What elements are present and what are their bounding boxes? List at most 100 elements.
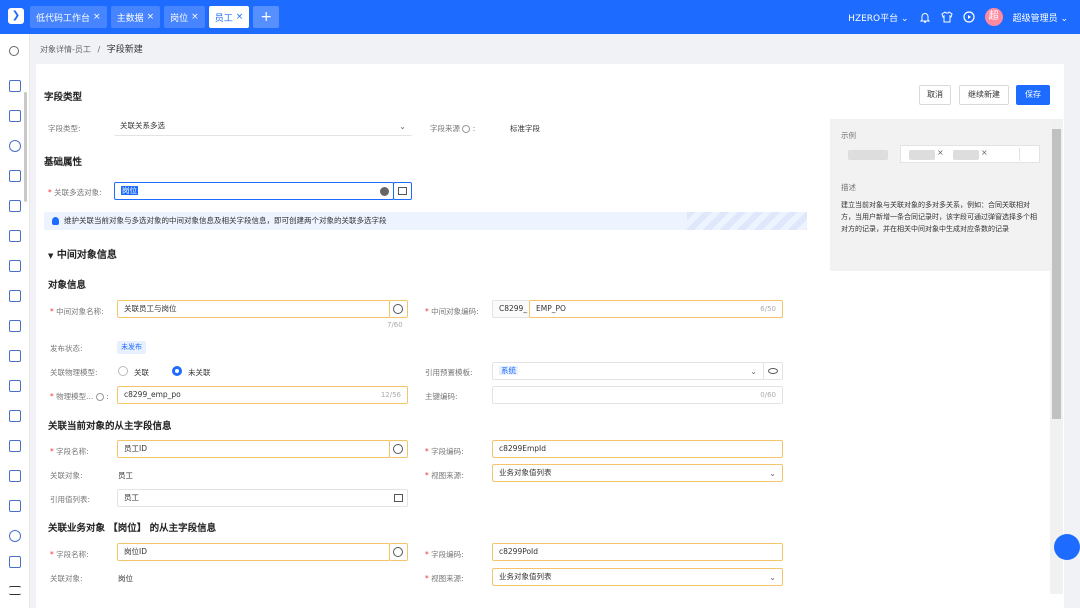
collapse-menu-icon[interactable]	[9, 586, 21, 595]
radio-linked[interactable]	[118, 366, 128, 376]
sidebar-item-icon[interactable]	[9, 80, 21, 92]
sidebar-item-icon[interactable]	[9, 440, 21, 452]
breadcrumb: 对象详情-员工 / 字段新建	[40, 45, 143, 55]
tab-lowcode[interactable]: 低代码工作台 ×	[30, 6, 107, 28]
field-source-label: 字段来源 :	[430, 124, 476, 133]
field-type-select[interactable]: 关联关系多选 ⌄	[114, 118, 412, 136]
breadcrumb-current: 字段新建	[106, 45, 143, 55]
lookup-icon[interactable]	[393, 182, 412, 200]
cur-list-input[interactable]: 员工	[117, 489, 408, 507]
biz-fname-label: * 字段名称:	[50, 550, 89, 559]
pk-code-input[interactable]: 0/60	[492, 386, 783, 404]
cur-view-label: * 视图来源:	[425, 471, 464, 480]
sidebar-item-icon[interactable]	[9, 530, 21, 542]
user-menu[interactable]: 超级管理员 ⌄	[1013, 11, 1068, 24]
publish-status-label: 发布状态:	[50, 344, 83, 353]
middle-name-label: * 中间对象名称:	[50, 307, 104, 316]
content-scrollbar[interactable]	[1050, 119, 1063, 594]
middle-code-input[interactable]: EMP_PO 6/50	[529, 300, 783, 318]
play-icon[interactable]	[962, 11, 975, 23]
tab-master-data[interactable]: 主数据 ×	[110, 6, 161, 28]
subsection-title-biz: 关联业务对象 【岗位】 的从主字段信息	[48, 523, 217, 534]
globe-icon[interactable]	[389, 440, 408, 458]
scrollbar-thumb[interactable]	[1052, 129, 1061, 419]
lookup-icon	[1019, 148, 1037, 161]
section-title-middle[interactable]: ▼ 中间对象信息	[48, 246, 117, 261]
sidebar-item-icon[interactable]	[9, 556, 21, 568]
subsection-title-object-info: 对象信息	[48, 280, 87, 291]
tab-employee[interactable]: 员工 ×	[208, 6, 250, 28]
biz-obj-label: 关联对象:	[50, 574, 83, 583]
continue-create-button[interactable]: 继续新建	[959, 85, 1009, 105]
sidebar-item-icon[interactable]	[9, 350, 21, 362]
search-icon[interactable]	[9, 46, 19, 56]
example-multiselect: × ×	[900, 145, 1040, 163]
app-logo-icon[interactable]: ❯	[8, 8, 24, 24]
cancel-button[interactable]: 取消	[919, 85, 951, 105]
globe-icon[interactable]	[389, 300, 408, 318]
biz-view-select[interactable]: 业务对象值列表 ⌄	[492, 568, 783, 586]
lookup-icon[interactable]	[394, 494, 403, 502]
radio-unlinked-label: 未关联	[188, 368, 211, 377]
example-title: 示例	[841, 131, 856, 140]
close-icon[interactable]: ×	[236, 12, 244, 22]
example-desc: 建立当前对象与关联对象的多对多关系，例如：合同关联相对方，当用户新增一条合同记录…	[841, 201, 1037, 233]
assoc-object-label: * 关联多选对象:	[48, 188, 102, 197]
save-button[interactable]: 保存	[1016, 85, 1050, 105]
shirt-icon[interactable]	[940, 11, 953, 23]
chat-help-icon[interactable]	[1054, 534, 1080, 560]
sidebar-item-icon[interactable]	[9, 260, 21, 272]
close-icon[interactable]: ×	[93, 12, 101, 22]
close-icon[interactable]: ×	[147, 12, 155, 22]
biz-fname-input[interactable]: 岗位ID	[117, 543, 390, 561]
template-label: 引用预置模板:	[425, 368, 473, 377]
cur-view-select[interactable]: 业务对象值列表 ⌄	[492, 464, 783, 482]
template-select[interactable]: 系统 ⌄	[492, 362, 764, 380]
biz-fcode-label: * 字段编码:	[425, 550, 464, 559]
phys-name-label: * 物理模型... :	[50, 392, 109, 401]
sidebar-item-icon[interactable]	[9, 380, 21, 392]
sidebar-item-icon[interactable]	[9, 170, 21, 182]
sidebar-item-icon[interactable]	[9, 470, 21, 482]
help-icon	[462, 125, 471, 133]
tab-position[interactable]: 岗位 ×	[164, 6, 205, 28]
sidebar-item-icon[interactable]	[9, 500, 21, 512]
info-notice: 维护关联当前对象与多选对象的中间对象信息及相关字段信息，即可创建两个对象的关联多…	[44, 212, 807, 230]
biz-obj-value: 岗位	[118, 574, 133, 583]
close-icon[interactable]: ×	[191, 12, 199, 22]
avatar[interactable]: 超	[984, 8, 1003, 26]
help-icon	[95, 393, 104, 401]
sidebar-item-icon[interactable]	[9, 230, 21, 242]
middle-code-label: * 中间对象编码:	[425, 307, 479, 316]
sidebar-scrollbar[interactable]	[24, 92, 27, 202]
middle-name-count: 7/60	[387, 321, 403, 329]
clear-icon[interactable]	[380, 187, 389, 196]
middle-name-input[interactable]: 关联员工与岗位	[117, 300, 390, 318]
radio-unlinked[interactable]	[172, 366, 182, 376]
sidebar-item-icon[interactable]	[9, 140, 21, 152]
sidebar-item-icon[interactable]	[9, 290, 21, 302]
add-tab-button[interactable]: +	[253, 6, 280, 28]
assoc-object-input[interactable]: 岗位	[114, 182, 394, 200]
top-bar: ❯ 低代码工作台 × 主数据 × 岗位 × 员工 × + HZERO平台 ⌄ 超 超级管…	[0, 0, 1080, 34]
eye-icon[interactable]	[763, 362, 783, 380]
globe-icon[interactable]	[389, 543, 408, 561]
platform-switcher[interactable]: HZERO平台 ⌄	[848, 11, 908, 24]
example-panel: 示例 × × 描述 建立当前对象与关联对象的多对多关系，例如：合同关联相对方，当…	[830, 119, 1050, 271]
field-source-value: 标准字段	[510, 124, 540, 133]
bell-icon[interactable]	[919, 11, 931, 23]
status-badge: 未发布	[117, 341, 146, 354]
breadcrumb-parent[interactable]: 对象详情-员工	[40, 45, 91, 54]
sidebar-item-icon[interactable]	[9, 320, 21, 332]
phys-name-input[interactable]: c8299_emp_po 12/56	[117, 386, 408, 404]
biz-view-label: * 视图来源:	[425, 574, 464, 583]
sidebar-item-icon[interactable]	[9, 200, 21, 212]
cur-fname-input[interactable]: 员工ID	[117, 440, 390, 458]
chevron-down-icon: ⌄	[769, 573, 776, 582]
chevron-down-icon: ⌄	[769, 469, 776, 478]
sidebar-item-icon[interactable]	[9, 110, 21, 122]
left-sidebar	[0, 34, 30, 608]
sidebar-item-icon[interactable]	[9, 410, 21, 422]
cur-fcode-input[interactable]: c8299EmpId	[492, 440, 783, 458]
biz-fcode-input[interactable]: c8299PoId	[492, 543, 783, 561]
